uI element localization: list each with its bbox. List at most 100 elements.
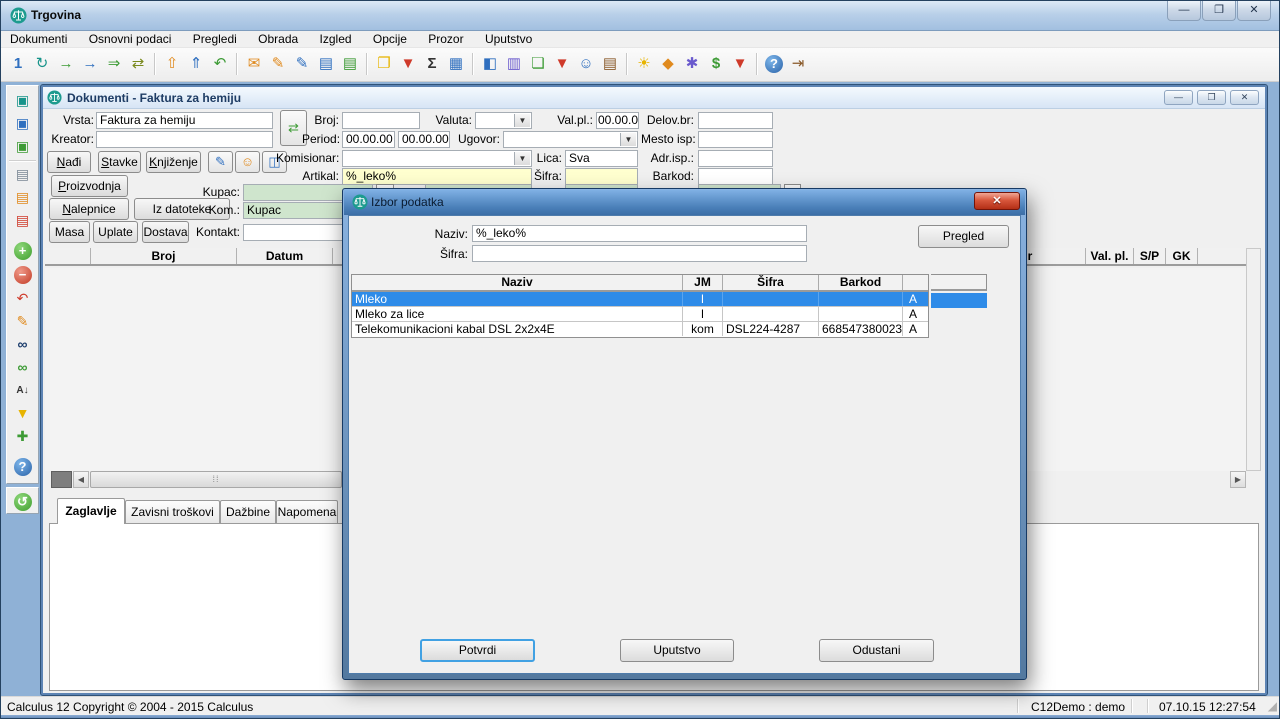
- adrisp-field[interactable]: [698, 150, 773, 167]
- dropdown-arrow-icon[interactable]: ▼: [514, 152, 530, 165]
- period-to-field[interactable]: 00.00.00: [398, 131, 450, 148]
- mail-edit-icon[interactable]: ✉: [242, 52, 266, 76]
- tab-dazbine[interactable]: Dažbine: [220, 500, 276, 523]
- valpl-field[interactable]: 00.00.00: [596, 112, 639, 129]
- filter-documents-icon[interactable]: ▼: [396, 52, 420, 76]
- grid-header-jm[interactable]: JM: [683, 275, 723, 290]
- pregled-button[interactable]: Pregled: [918, 225, 1009, 248]
- import-document-icon[interactable]: ⇧: [160, 52, 184, 76]
- vertical-scrollbar[interactable]: [1246, 248, 1261, 471]
- sum-icon[interactable]: Σ: [420, 52, 444, 76]
- header-datum[interactable]: Datum: [237, 248, 333, 264]
- navigate-back-icon[interactable]: ↺: [14, 493, 32, 511]
- edit-document-new-icon[interactable]: ✎: [290, 52, 314, 76]
- minimize-button[interactable]: —: [1167, 1, 1201, 21]
- grid-row[interactable]: Mleko za lice l A: [352, 307, 928, 322]
- calendar-icon[interactable]: ▦: [444, 52, 468, 76]
- undo-icon[interactable]: ↶: [11, 288, 35, 310]
- grid-view-icon[interactable]: ▥: [502, 52, 526, 76]
- delovbr-field[interactable]: [698, 112, 773, 129]
- fit-columns-icon[interactable]: ✚: [11, 426, 35, 448]
- grid-header-naziv[interactable]: Naziv: [352, 275, 683, 290]
- copy-highlight-icon[interactable]: ❐: [372, 52, 396, 76]
- tab-napomena[interactable]: Napomena: [276, 500, 338, 523]
- scroll-left-button[interactable]: ◀: [73, 471, 89, 488]
- menu-prozor[interactable]: Prozor: [419, 31, 472, 48]
- find-icon[interactable]: ∞: [11, 334, 35, 356]
- help-icon[interactable]: ?: [765, 55, 783, 73]
- scroll-thumb[interactable]: ⁞⁞: [90, 471, 342, 488]
- ugovor-combo[interactable]: ▼: [503, 131, 638, 148]
- splitter-handle[interactable]: [51, 471, 72, 488]
- potvrdi-button[interactable]: Potvrdi: [420, 639, 535, 662]
- menu-obrada[interactable]: Obrada: [249, 31, 307, 48]
- exit-icon[interactable]: ⇥: [786, 52, 810, 76]
- dropdown-arrow-icon[interactable]: ▼: [620, 133, 636, 146]
- knjizenje-button[interactable]: Knjiženje: [146, 151, 201, 173]
- grid-header-barkod[interactable]: Barkod: [819, 275, 903, 290]
- print-icon[interactable]: ▤: [11, 164, 35, 186]
- dialog-sifra-field[interactable]: [472, 245, 807, 262]
- header-broj[interactable]: Broj: [91, 248, 237, 264]
- menu-dokumenti[interactable]: Dokumenti: [1, 31, 76, 48]
- menu-osnovni-podaci[interactable]: Osnovni podaci: [80, 31, 181, 48]
- revert-document-icon[interactable]: ↶: [208, 52, 232, 76]
- edit-record-icon[interactable]: ✎: [11, 311, 35, 333]
- tag-icon[interactable]: ◆: [656, 52, 680, 76]
- header-empty-col[interactable]: [45, 248, 91, 264]
- grid-row[interactable]: Telekomunikacioni kabal DSL 2x2x4E kom D…: [352, 322, 928, 337]
- header-gk[interactable]: GK: [1166, 248, 1198, 264]
- header-val-pl[interactable]: Val. pl.: [1086, 248, 1134, 264]
- sort-az-icon[interactable]: A↓: [11, 380, 35, 402]
- lightbulb-icon[interactable]: ☀: [632, 52, 656, 76]
- find-next-icon[interactable]: ∞: [11, 357, 35, 379]
- broj-field[interactable]: [342, 112, 420, 129]
- stavke-button[interactable]: Stavke: [98, 151, 141, 173]
- tab-zaglavlje[interactable]: Zaglavlje: [57, 498, 125, 524]
- valuta-combo[interactable]: ▼: [475, 112, 532, 129]
- add-record-icon[interactable]: +: [14, 242, 32, 260]
- price-list-icon[interactable]: $: [704, 52, 728, 76]
- artikal-field[interactable]: %_leko%: [342, 168, 532, 185]
- save-form-icon[interactable]: ▣: [11, 113, 35, 135]
- print-cancel-icon[interactable]: ▤: [11, 210, 35, 232]
- menu-opcije[interactable]: Opcije: [364, 31, 416, 48]
- komisionar-combo[interactable]: ▼: [342, 150, 532, 167]
- lica-field[interactable]: Sva: [565, 150, 638, 167]
- refresh-document-icon[interactable]: ↻: [30, 52, 54, 76]
- period-from-field[interactable]: 00.00.00: [342, 131, 395, 148]
- dostava-button[interactable]: Dostava: [142, 221, 189, 243]
- resize-grip[interactable]: ◢: [1268, 699, 1277, 713]
- barkod-field[interactable]: [698, 168, 773, 185]
- import-document-alt-icon[interactable]: ⇑: [184, 52, 208, 76]
- split-document-icon[interactable]: ⇄: [126, 52, 150, 76]
- uputstvo-button[interactable]: Uputstvo: [620, 639, 734, 662]
- dialog-close-button[interactable]: ✕: [974, 192, 1020, 210]
- menu-izgled[interactable]: Izgled: [311, 31, 361, 48]
- doc-maximize-button[interactable]: ❐: [1197, 90, 1226, 105]
- header-sp[interactable]: S/P: [1134, 248, 1166, 264]
- vrsta-field[interactable]: Faktura za hemiju: [96, 112, 273, 129]
- dialog-naziv-field[interactable]: %_leko%: [472, 225, 807, 242]
- uplate-button[interactable]: Uplate: [93, 221, 138, 243]
- dropdown-arrow-icon[interactable]: ▼: [514, 114, 530, 127]
- document-number-one-icon[interactable]: 1: [6, 52, 30, 76]
- grid-row-selected[interactable]: Mleko l A: [352, 292, 928, 307]
- kreator-field[interactable]: [96, 131, 273, 148]
- filter-red-icon[interactable]: ▼: [728, 52, 752, 76]
- forward-document-blue-icon[interactable]: →: [78, 52, 102, 76]
- journal-blue-icon[interactable]: ▤: [314, 52, 338, 76]
- odustani-button[interactable]: Odustani: [819, 639, 934, 662]
- page-filter-icon[interactable]: ▼: [550, 52, 574, 76]
- user-info-button[interactable]: ☺: [235, 151, 260, 173]
- doc-close-button[interactable]: ✕: [1230, 90, 1259, 105]
- notebook-idea-icon[interactable]: ▤: [598, 52, 622, 76]
- edit-document-icon[interactable]: ✎: [266, 52, 290, 76]
- mestoisp-field[interactable]: [698, 131, 773, 148]
- scroll-right-button[interactable]: ▶: [1230, 471, 1246, 488]
- nadji-button[interactable]: Nađi: [47, 151, 91, 173]
- delete-record-icon[interactable]: −: [14, 266, 32, 284]
- forward-document-green-icon[interactable]: ⇒: [102, 52, 126, 76]
- open-document-icon[interactable]: →: [54, 52, 78, 76]
- form-edit-button[interactable]: ✎: [208, 151, 233, 173]
